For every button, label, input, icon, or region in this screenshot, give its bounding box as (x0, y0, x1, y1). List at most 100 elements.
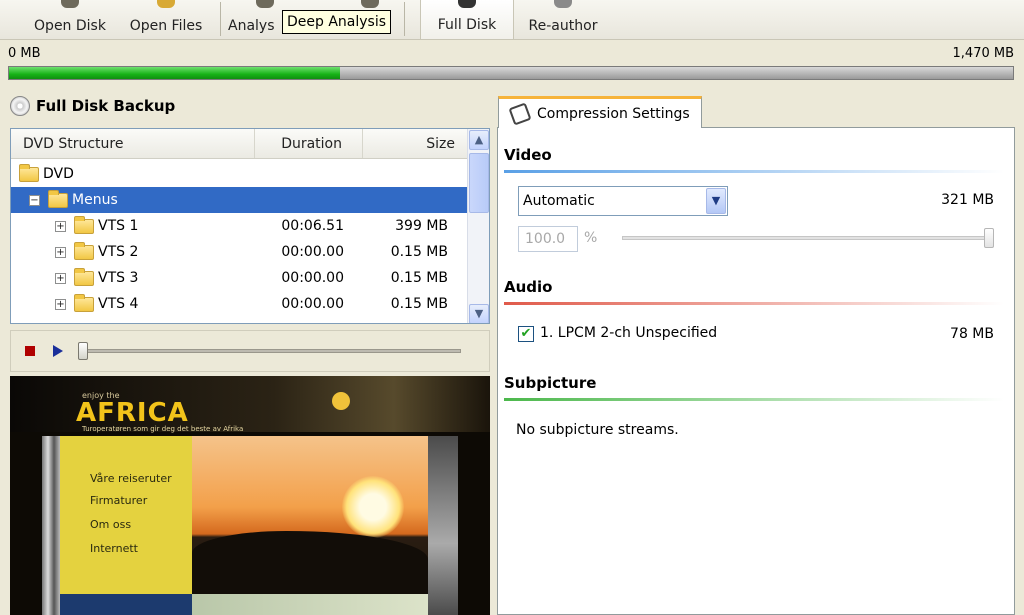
preview-trees (192, 531, 428, 594)
disc-icon (61, 0, 79, 8)
preview-big-sun (342, 476, 404, 538)
expand-icon[interactable]: + (55, 272, 66, 284)
tree-row-label: VTS 2 (98, 244, 139, 260)
scrollbar-thumb[interactable] (469, 153, 489, 213)
open-disk-label: Open Disk (34, 18, 106, 34)
tree-row-duration: 00:06.51 (281, 218, 344, 234)
tree-row-label: VTS 3 (98, 270, 139, 286)
video-preview: enjoy the AFRICA Turoperatøren som gir d… (10, 376, 490, 615)
column-header-structure[interactable]: DVD Structure (11, 129, 255, 158)
tooltip: Deep Analysis (282, 10, 392, 34)
re-author-label: Re-author (528, 18, 598, 34)
player-controls (10, 330, 490, 372)
left-panel-title: Full Disk Backup (36, 97, 176, 115)
video-percent-input[interactable]: 100.0 (518, 226, 578, 252)
tree-row[interactable]: + VTS 3 00:00.00 0.15 MB (11, 265, 467, 291)
capacity-bar (8, 66, 1014, 80)
folder-icon (74, 215, 94, 234)
subpicture-section-title: Subpicture (504, 374, 597, 392)
tree-header: DVD Structure Duration Size (11, 129, 489, 159)
left-panel-header: Full Disk Backup (10, 96, 175, 116)
tree-row-dvd[interactable]: DVD (11, 161, 467, 187)
subpicture-message: No subpicture streams. (516, 422, 679, 438)
capacity-bar-fill (9, 67, 341, 79)
tree-row-duration: 00:00.00 (281, 244, 344, 260)
preview-menu-item: Internett (90, 542, 138, 555)
video-compression-select[interactable]: Automatic ▼ (518, 186, 728, 216)
video-section-title: Video (504, 146, 552, 164)
tree-row[interactable]: + VTS 1 00:06.51 399 MB (11, 213, 467, 239)
tree-row-duration: 00:00.00 (281, 296, 344, 312)
expand-icon[interactable]: + (55, 246, 66, 258)
magnifier-icon (256, 0, 274, 8)
dvd-structure-tree[interactable]: DVD Structure Duration Size DVD − Menus … (10, 128, 490, 324)
scroll-up-icon[interactable]: ▲ (469, 130, 489, 150)
video-quality-slider[interactable] (622, 236, 994, 240)
open-files-button[interactable]: Open Files (122, 0, 210, 40)
tree-row-label: DVD (43, 166, 74, 182)
folder-icon (19, 163, 39, 182)
preview-bottom-panel (60, 594, 192, 615)
play-icon[interactable] (53, 345, 63, 357)
preview-tagline: Turoperatøren som gir deg det beste av A… (82, 425, 244, 433)
video-section-line (504, 170, 1004, 173)
open-files-label: Open Files (129, 18, 203, 34)
video-quality-slider-thumb[interactable] (984, 228, 994, 248)
preview-sunset-image (192, 436, 428, 594)
re-author-button[interactable]: Re-author (520, 0, 606, 40)
audio-stream-label: 1. LPCM 2-ch Unspecified (540, 325, 718, 341)
column-header-duration[interactable]: Duration (255, 129, 363, 158)
tree-row[interactable]: + VTS 2 00:00.00 0.15 MB (11, 239, 467, 265)
folder-icon (48, 189, 68, 208)
capacity-max-label: 1,470 MB (952, 46, 1014, 61)
tab-compression-settings[interactable]: Compression Settings (498, 96, 702, 128)
folder-icon (157, 0, 175, 8)
toolbar: Open Disk Open Files Analys Full Disk Re… (0, 0, 1024, 40)
subpicture-section-line (504, 398, 1004, 401)
folder-icon (74, 267, 94, 286)
preview-brand: AFRICA (76, 398, 189, 428)
preview-menu-item: Om oss (90, 518, 132, 531)
preview-menu-item: Firmaturer (90, 494, 148, 507)
seek-slider[interactable] (78, 342, 461, 360)
tree-row-menus[interactable]: − Menus (11, 187, 467, 213)
folder-icon (74, 241, 94, 260)
preview-bottom-panel (192, 594, 428, 615)
audio-stream-checkbox[interactable]: ✔ (518, 326, 534, 342)
open-disk-button[interactable]: Open Disk (26, 0, 114, 40)
preview-menu: Våre reiseruter Firmaturer Om oss Intern… (60, 436, 192, 594)
expand-icon[interactable]: + (55, 220, 66, 232)
preview-zebra-image (42, 436, 60, 615)
collapse-icon[interactable]: − (29, 194, 40, 206)
tree-row-size: 0.15 MB (390, 270, 448, 286)
stop-icon[interactable] (25, 346, 35, 356)
tree-row[interactable]: + VTS 4 00:00.00 0.15 MB (11, 291, 467, 317)
deep-analysis-icon (361, 0, 379, 8)
toolbar-separator (220, 2, 221, 36)
toolbar-separator (404, 2, 405, 36)
tree-row-label: VTS 1 (98, 218, 139, 234)
video-percent-unit: % (584, 230, 598, 246)
full-disk-icon (458, 0, 476, 8)
scroll-down-icon[interactable]: ▼ (469, 304, 489, 323)
chevron-down-icon[interactable]: ▼ (706, 188, 726, 214)
full-disk-button[interactable]: Full Disk (420, 0, 514, 40)
tree-row-label: VTS 4 (98, 296, 139, 312)
compression-icon (508, 101, 532, 126)
tree-scrollbar[interactable]: ▲ ▼ (467, 129, 489, 323)
re-author-icon (554, 0, 572, 8)
audio-section-title: Audio (504, 278, 553, 296)
video-size: 321 MB (941, 192, 994, 208)
audio-size: 78 MB (950, 326, 994, 342)
tree-row-label: Menus (72, 192, 118, 208)
disc-icon (10, 96, 30, 116)
audio-section-line (504, 302, 1004, 305)
tree-row-duration: 00:00.00 (281, 270, 344, 286)
column-header-size[interactable]: Size (363, 129, 467, 158)
seek-slider-thumb[interactable] (78, 342, 88, 360)
compression-settings-panel: Video Automatic ▼ 321 MB 100.0 % Audio ✔… (497, 127, 1015, 615)
expand-icon[interactable]: + (55, 298, 66, 310)
tree-row-size: 0.15 MB (390, 296, 448, 312)
preview-menu-item: Våre reiseruter (90, 472, 172, 485)
analysis-label: Analys (228, 18, 275, 34)
